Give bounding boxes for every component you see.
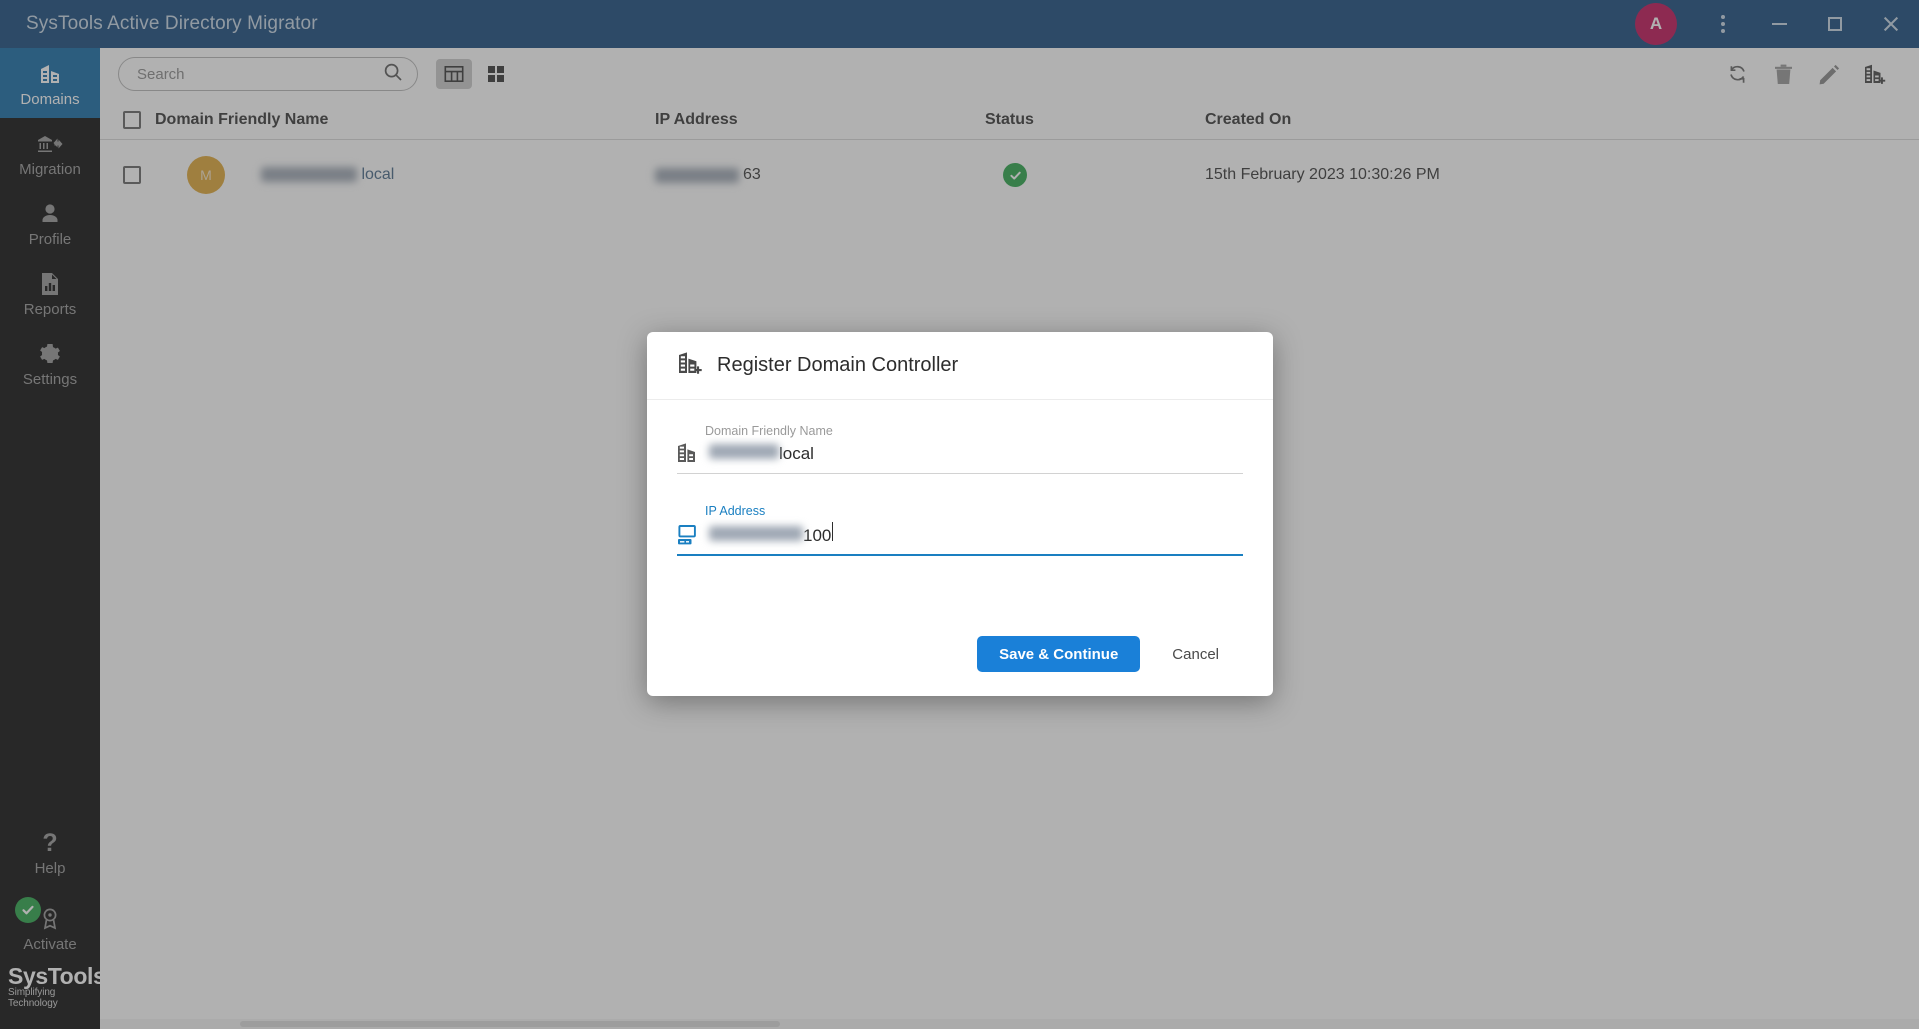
dialog-footer: Save & Continue Cancel [647,612,1273,696]
dialog-header: Register Domain Controller [647,332,1273,400]
save-and-continue-button[interactable]: Save & Continue [977,636,1141,672]
domain-friendly-name-field[interactable]: Domain Friendly Name ██████ local [677,424,1243,474]
cancel-button[interactable]: Cancel [1150,636,1241,672]
computer-icon [677,524,705,546]
redacted-domain-value: ██████ [709,444,779,459]
building-plus-icon [677,351,703,381]
ip-address-label: IP Address [705,504,766,518]
redacted-ip-value: ███ ███ █ [709,526,803,541]
domain-value-suffix: local [779,444,814,463]
ip-value-suffix: 100 [803,526,832,545]
building-icon [677,442,705,464]
dialog-title: Register Domain Controller [717,354,959,376]
register-domain-controller-dialog: Register Domain Controller Domain Friend… [647,332,1273,696]
ip-address-field[interactable]: IP Address ███ ███ █ 100 [677,504,1243,556]
dialog-body: Domain Friendly Name ██████ local IP Add… [647,400,1273,556]
domain-friendly-name-label: Domain Friendly Name [705,424,833,438]
text-cursor [832,522,834,541]
